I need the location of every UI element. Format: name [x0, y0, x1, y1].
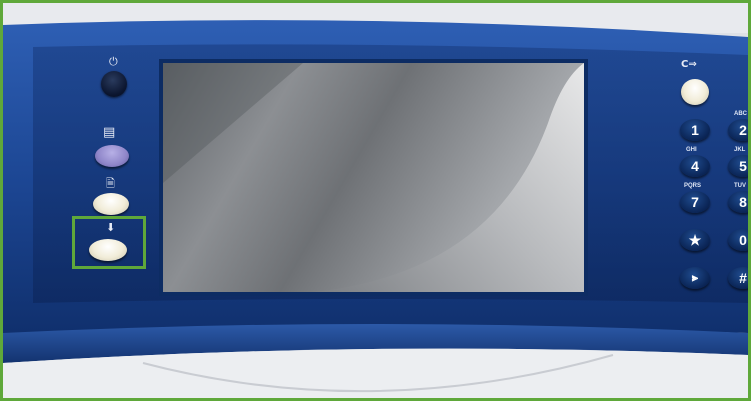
key-letters: JKL [734, 147, 746, 153]
power-icon: ⏻ [109, 55, 118, 68]
keypad-key[interactable]: 7 [680, 191, 710, 213]
keypad-key[interactable]: 2 [728, 119, 748, 141]
keypad-key[interactable]: 1 [680, 119, 710, 141]
keypad-key-hash[interactable]: # [728, 267, 748, 289]
key-letters: GHI [686, 147, 697, 153]
key-letters: PQRS [684, 183, 702, 189]
clear-all-icon: C⇒ [681, 59, 697, 70]
keypad-key-pause[interactable]: ⫸ [680, 267, 710, 289]
selected-button-highlight [72, 216, 146, 269]
screen-page-curl [163, 63, 584, 292]
key-letters: ABC [734, 111, 747, 117]
machine-status-icon: 🗎 [106, 177, 115, 190]
job-status-button[interactable] [95, 145, 129, 167]
machine-status-button[interactable] [93, 193, 129, 215]
key-letters: TUV [734, 183, 746, 189]
job-status-icon: ▤ [103, 125, 116, 140]
keypad-key-star[interactable]: ★ [680, 229, 710, 251]
touchscreen-display[interactable] [159, 59, 588, 296]
keypad-key[interactable]: 4 [680, 155, 710, 177]
keypad-key[interactable]: 5 [728, 155, 748, 177]
keypad-key[interactable]: 0 [728, 229, 748, 251]
keypad-key[interactable]: 8 [728, 191, 748, 213]
screenshot-frame: ⏻ ▤ 🗎 ⬇ C⇒ 1 ABC 2 GHI 4 JKL 5 PQRS 7 TU… [0, 0, 751, 401]
clear-all-button[interactable] [681, 79, 709, 105]
power-button[interactable] [101, 71, 127, 97]
